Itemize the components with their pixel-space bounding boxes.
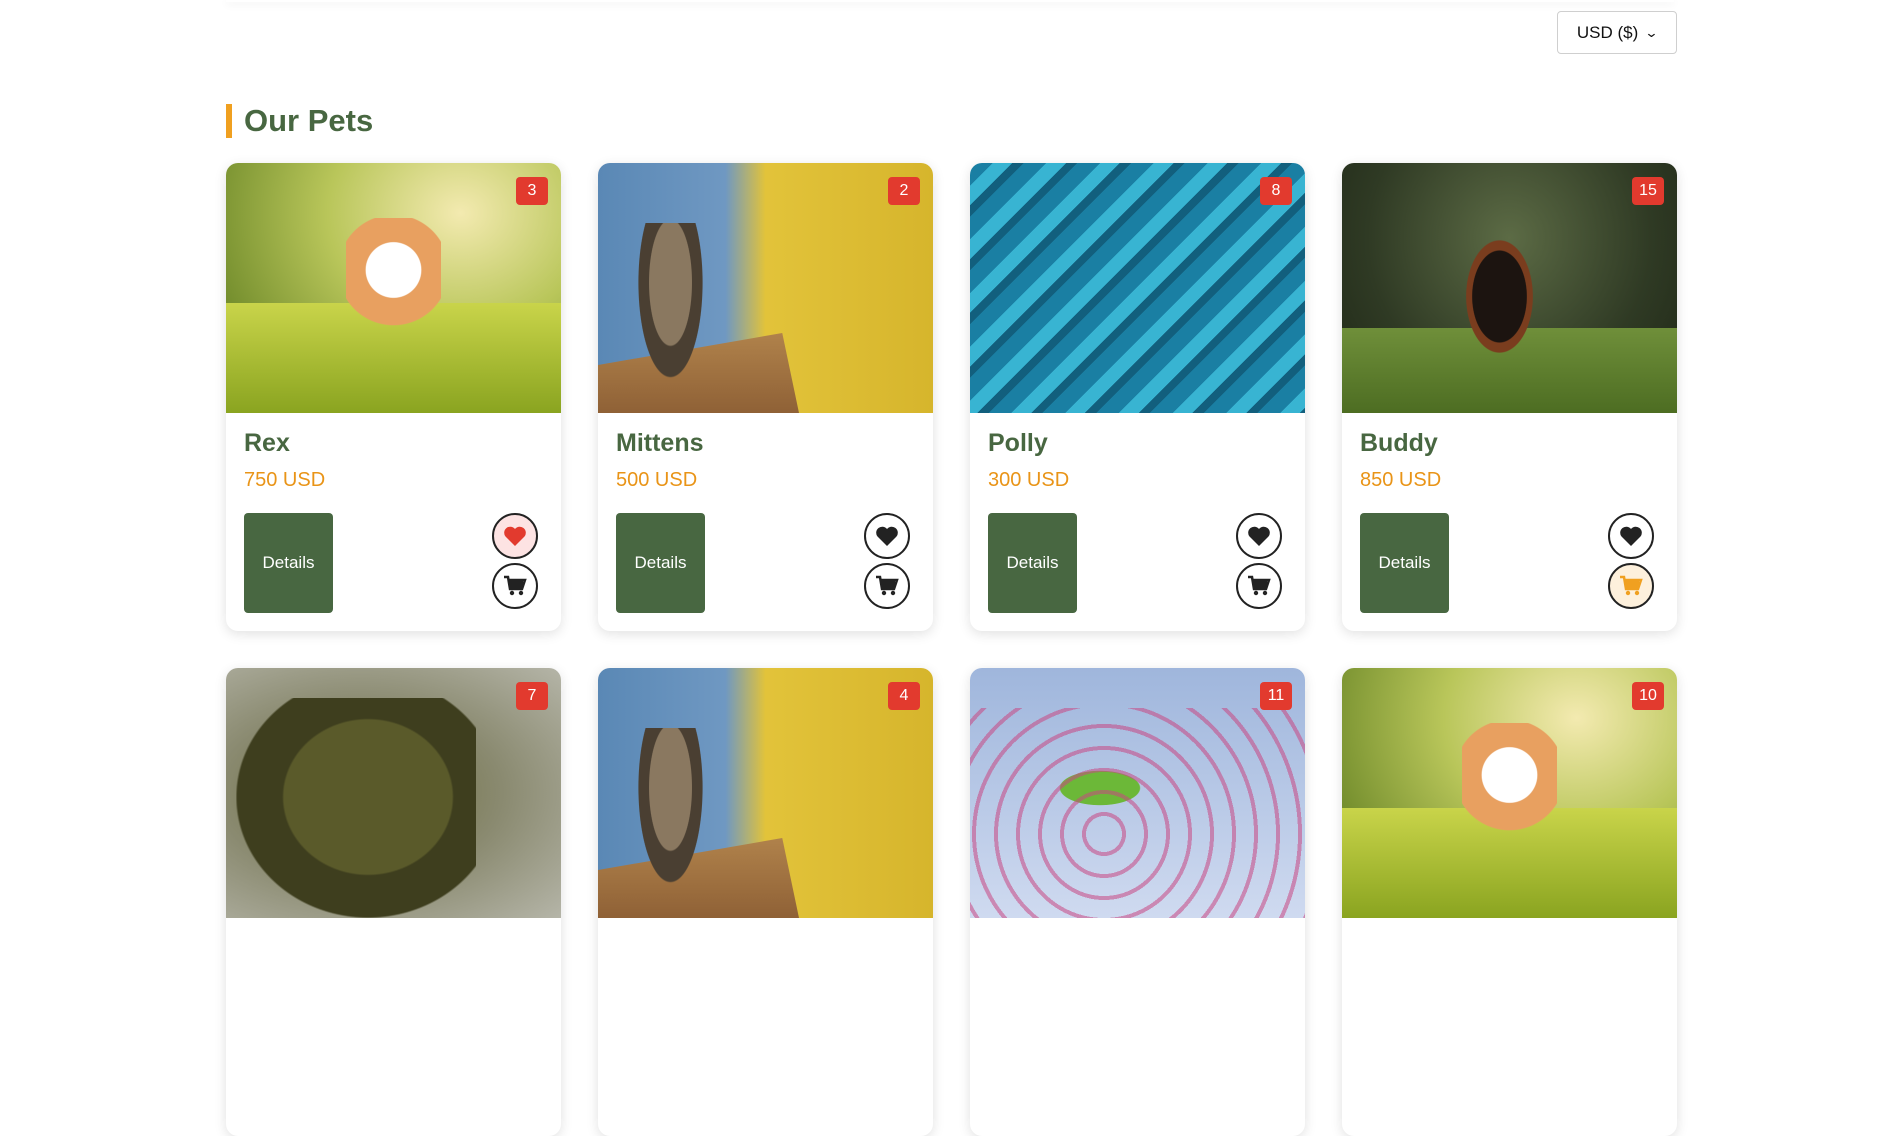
pet-image-corgi[interactable]: 10	[1342, 668, 1677, 918]
pet-price: 500 USD	[616, 469, 698, 491]
favorite-button[interactable]	[492, 513, 538, 559]
pet-card: 11	[970, 668, 1305, 1136]
stock-badge: 4	[888, 682, 920, 710]
pet-name: Buddy	[1360, 429, 1438, 457]
pet-card: 10	[1342, 668, 1677, 1136]
details-button[interactable]: Details	[616, 513, 705, 613]
add-to-cart-button[interactable]	[1608, 563, 1654, 609]
stock-badge: 15	[1632, 177, 1664, 205]
add-to-cart-button[interactable]	[1236, 563, 1282, 609]
currency-selected-label: USD ($)	[1576, 22, 1639, 42]
pet-image-tabby-cat[interactable]: 2	[598, 163, 933, 413]
details-button[interactable]: Details	[1360, 513, 1449, 613]
pet-card-buddy: 15 Buddy 850 USD Details	[1342, 163, 1677, 631]
pet-image-tabby-cat[interactable]: 4	[598, 668, 933, 918]
heart-icon	[504, 526, 526, 546]
pet-grid: 3 Rex 750 USD Details 2 Mittens 500 USD …	[226, 163, 1677, 1136]
pet-card-mittens: 2 Mittens 500 USD Details	[598, 163, 933, 631]
pet-image-corgi[interactable]: 3	[226, 163, 561, 413]
stock-badge: 3	[516, 177, 548, 205]
pet-card-rex: 3 Rex 750 USD Details	[226, 163, 561, 631]
heart-icon	[1620, 526, 1642, 546]
cart-icon	[876, 575, 899, 596]
header-bar	[226, 0, 1674, 2]
pet-price: 750 USD	[244, 469, 326, 491]
pet-name: Mittens	[616, 429, 704, 457]
pet-image-green-parakeet-blossom[interactable]: 11	[970, 668, 1305, 918]
stock-badge: 10	[1632, 682, 1664, 710]
cart-icon	[504, 575, 527, 596]
favorite-button[interactable]	[1608, 513, 1654, 559]
stock-badge: 7	[516, 682, 548, 710]
favorite-button[interactable]	[864, 513, 910, 559]
cart-icon	[1248, 575, 1271, 596]
currency-select[interactable]: USD ($) ⌄	[1557, 11, 1677, 54]
pet-image-blue-feathers[interactable]: 8	[970, 163, 1305, 413]
stock-badge: 11	[1260, 682, 1292, 710]
pet-card: 4	[598, 668, 933, 1136]
heart-icon	[876, 526, 898, 546]
heart-icon	[1248, 526, 1270, 546]
add-to-cart-button[interactable]	[864, 563, 910, 609]
details-button[interactable]: Details	[988, 513, 1077, 613]
pet-image-running-puppy[interactable]: 15	[1342, 163, 1677, 413]
section-title: Our Pets	[226, 104, 373, 138]
pet-name: Polly	[988, 429, 1048, 457]
add-to-cart-button[interactable]	[492, 563, 538, 609]
pet-name: Rex	[244, 429, 290, 457]
pet-price: 300 USD	[988, 469, 1070, 491]
pet-card-polly: 8 Polly 300 USD Details	[970, 163, 1305, 631]
favorite-button[interactable]	[1236, 513, 1282, 559]
cart-icon	[1620, 575, 1643, 596]
chevron-down-icon: ⌄	[1644, 24, 1659, 40]
stock-badge: 2	[888, 177, 920, 205]
details-button[interactable]: Details	[244, 513, 333, 613]
stock-badge: 8	[1260, 177, 1292, 205]
pet-image-kea-parrots[interactable]: 7	[226, 668, 561, 918]
pet-card: 7	[226, 668, 561, 1136]
pet-price: 850 USD	[1360, 469, 1442, 491]
